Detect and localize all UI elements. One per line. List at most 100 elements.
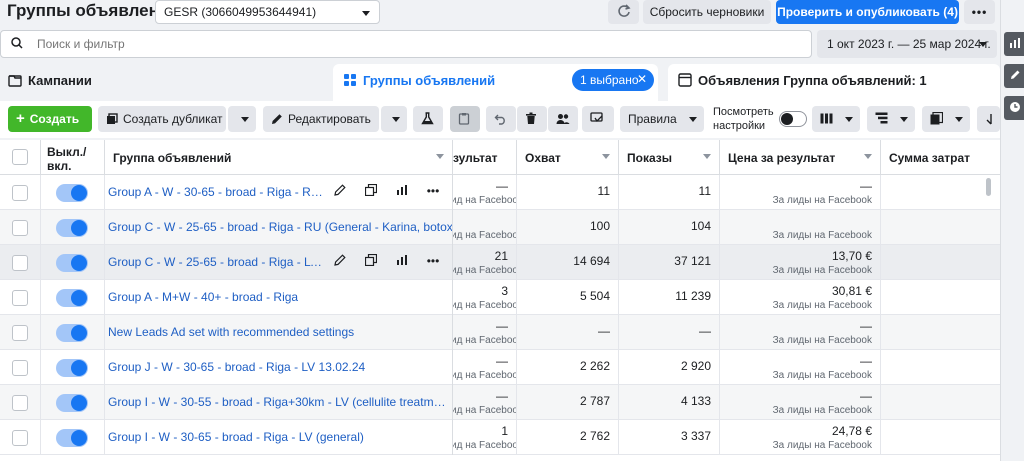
ab-test-button[interactable] [413, 106, 443, 132]
duplicate-button[interactable]: Создать дубликат [98, 106, 226, 132]
row-status-toggle[interactable] [56, 219, 88, 237]
ad-set-name-cell[interactable]: New Leads Ad set with recommended settin… [105, 315, 453, 350]
result-column-header[interactable]: зультат [453, 140, 517, 175]
ad-set-name-cell[interactable]: Group C - W - 25-65 - broad - Riga - RU … [105, 210, 453, 245]
ad-set-name-link[interactable]: Group A - W - 30-65 - broad - Riga - RU … [108, 185, 326, 199]
row-checkbox[interactable] [12, 360, 28, 376]
name-column-header[interactable]: Группа объявлений [105, 140, 453, 175]
ad-set-name-link[interactable]: Group I - W - 30-55 - broad - Riga+30km … [108, 395, 451, 409]
duplicate-icon[interactable] [364, 183, 378, 198]
tab-campaigns[interactable]: Кампании [0, 64, 330, 101]
more-icon[interactable]: ••• [426, 254, 440, 268]
tab-ads[interactable]: Объявления Группа объявлений: 1 [668, 64, 1000, 101]
row-checkbox[interactable] [12, 290, 28, 306]
row-status-toggle[interactable] [56, 254, 88, 272]
table-row[interactable]: Group I - W - 30-65 - broad - Riga - LV … [0, 420, 1000, 455]
undo-button[interactable] [486, 106, 516, 132]
tag-button[interactable] [582, 106, 614, 132]
close-icon[interactable]: ✕ [637, 72, 647, 86]
table-row[interactable]: Group I - W - 30-55 - broad - Riga+30km … [0, 385, 1000, 420]
row-status-toggle[interactable] [56, 184, 88, 202]
search-bar[interactable] [0, 30, 812, 58]
create-button[interactable]: + Создать [8, 106, 92, 132]
table-row[interactable]: Group A - M+W - 40+ - broad - Riga 3 ид н… [0, 280, 1000, 315]
sort-icon[interactable] [703, 154, 711, 159]
edit-button[interactable]: Редактировать [263, 106, 379, 132]
account-select[interactable]: GESR (3066049953644941) [155, 0, 380, 24]
preview-settings-toggle[interactable] [779, 111, 807, 127]
reset-drafts-button[interactable]: Сбросить черновики [643, 0, 771, 24]
table-row[interactable]: Group C - W - 25-65 - broad - Riga - LV … [0, 245, 1000, 280]
impressions-header-label: Показы [627, 151, 672, 165]
history-icon[interactable] [1004, 96, 1024, 120]
chart-icon[interactable] [1004, 32, 1024, 56]
row-checkbox[interactable] [12, 255, 28, 271]
ad-set-name-cell[interactable]: Group A - M+W - 40+ - broad - Riga [105, 280, 453, 315]
ad-set-name-cell[interactable]: Group J - W - 30-65 - broad - Riga - LV … [105, 350, 453, 385]
table-scrollbar[interactable] [986, 178, 991, 196]
cost-per-result-column-header[interactable]: Цена за результат [720, 140, 881, 175]
amount-spent-column-header[interactable]: Сумма затрат [881, 140, 1000, 175]
select-all-checkbox[interactable] [12, 149, 28, 165]
selected-count-pill[interactable]: 1 выбрано ✕ [572, 69, 654, 91]
sort-icon[interactable] [864, 154, 872, 159]
ad-set-name-cell[interactable]: Group A - W - 30-65 - broad - Riga - RU … [105, 175, 453, 210]
sort-icon[interactable] [602, 154, 610, 159]
result-type: ид на Facebook [453, 195, 516, 206]
table-row[interactable]: Group J - W - 30-65 - broad - Riga - LV … [0, 350, 1000, 385]
table-row[interactable]: Group A - W - 30-65 - broad - Riga - RU … [0, 175, 1000, 210]
cost-per-result-cell: — За лиды на Facebook [720, 385, 881, 420]
delete-button[interactable] [517, 106, 547, 132]
ad-set-name-link[interactable]: Group A - M+W - 40+ - broad - Riga [108, 290, 298, 304]
result-value: — [496, 354, 508, 368]
impressions-column-header[interactable]: Показы [619, 140, 720, 175]
edit-icon[interactable] [333, 184, 347, 198]
toggle-column-header[interactable]: Выкл./ вкл. [41, 140, 105, 175]
result-header-label: зультат [453, 151, 498, 165]
row-status-toggle[interactable] [56, 429, 88, 447]
review-publish-button[interactable]: Проверить и опубликовать (4) [776, 0, 959, 24]
ad-set-name-cell[interactable]: Group I - W - 30-55 - broad - Riga+30km … [105, 385, 453, 420]
row-status-toggle[interactable] [56, 324, 88, 342]
table-row[interactable]: New Leads Ad set with recommended settin… [0, 315, 1000, 350]
chart-icon[interactable] [395, 254, 409, 268]
ad-set-name-link[interactable]: Group C - W - 25-65 - broad - Riga - LV … [108, 255, 326, 269]
table-row[interactable]: Group C - W - 25-65 - broad - Riga - RU … [0, 210, 1000, 245]
ad-set-name-cell[interactable]: Group I - W - 30-65 - broad - Riga - LV … [105, 420, 453, 455]
pencil-icon[interactable] [1004, 64, 1024, 88]
audience-button[interactable] [548, 106, 578, 132]
search-input[interactable] [37, 37, 737, 51]
row-status-toggle[interactable] [56, 359, 88, 377]
row-checkbox[interactable] [12, 325, 28, 341]
ad-set-name-link[interactable]: Group C - W - 25-65 - broad - Riga - RU … [108, 220, 452, 234]
reach-column-header[interactable]: Охват [517, 140, 619, 175]
chart-icon[interactable] [395, 184, 409, 198]
ad-set-name-link[interactable]: Group J - W - 30-65 - broad - Riga - LV … [108, 360, 365, 374]
edit-menu-button[interactable] [381, 106, 407, 132]
date-range-picker[interactable]: 1 окт 2023 г. — 25 мар 2024 г. [817, 30, 997, 58]
reports-button[interactable] [922, 106, 970, 132]
refresh-button[interactable] [608, 0, 639, 24]
sort-icon[interactable] [436, 154, 444, 159]
duplicate-icon[interactable] [364, 253, 378, 268]
row-status-toggle[interactable] [56, 289, 88, 307]
export-button[interactable] [977, 106, 1000, 132]
breakdown-button[interactable] [867, 106, 915, 132]
row-checkbox[interactable] [12, 220, 28, 236]
more-icon[interactable]: ••• [426, 184, 440, 198]
row-checkbox[interactable] [12, 430, 28, 446]
ad-set-name-cell[interactable]: Group C - W - 25-65 - broad - Riga - LV … [105, 245, 453, 280]
row-checkbox[interactable] [12, 185, 28, 201]
edit-icon[interactable] [333, 254, 347, 268]
cost-per-result-value: 24,78 € [831, 424, 872, 438]
ad-set-name-link[interactable]: New Leads Ad set with recommended settin… [108, 325, 354, 339]
duplicate-menu-button[interactable] [228, 106, 256, 132]
row-status-toggle[interactable] [56, 394, 88, 412]
more-options-button[interactable]: ••• [964, 0, 995, 24]
rules-button[interactable]: Правила [620, 106, 704, 132]
ad-set-name-link[interactable]: Group I - W - 30-65 - broad - Riga - LV … [108, 430, 364, 444]
clipboard-button[interactable] [450, 106, 480, 132]
amount-spent-cell [881, 420, 1000, 455]
columns-button[interactable] [812, 106, 860, 132]
row-checkbox[interactable] [12, 395, 28, 411]
